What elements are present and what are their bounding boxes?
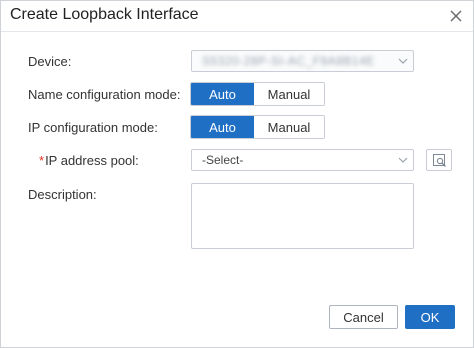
ip-mode-auto-option[interactable]: Auto	[191, 116, 254, 138]
ok-button[interactable]: OK	[405, 305, 455, 329]
device-select[interactable]: S5320-28P-SI-AC_F9A8B14E	[191, 50, 414, 72]
ip-pool-value: -Select-	[202, 153, 244, 167]
name-mode-label: Name configuration mode:	[28, 87, 181, 102]
description-label: Description:	[28, 187, 97, 202]
ip-mode-label: IP configuration mode:	[28, 120, 158, 135]
ip-mode-manual-option[interactable]: Manual	[254, 116, 324, 138]
search-list-icon	[433, 154, 446, 167]
ip-pool-label-text: IP address pool:	[45, 153, 139, 168]
ip-pool-search-button[interactable]	[426, 149, 452, 171]
device-label: Device:	[28, 54, 72, 69]
required-marker: *	[39, 153, 45, 168]
name-mode-auto-option[interactable]: Auto	[191, 83, 254, 105]
create-loopback-dialog: Create Loopback Interface Device: S5320-…	[0, 0, 474, 348]
chevron-down-icon	[398, 58, 408, 64]
device-value: S5320-28P-SI-AC_F9A8B14E	[202, 54, 375, 68]
dialog-titlebar: Create Loopback Interface	[1, 1, 473, 32]
description-textarea[interactable]	[191, 183, 414, 249]
ip-mode-toggle: Auto Manual	[190, 115, 325, 139]
ip-pool-label: *IP address pool:	[39, 153, 139, 168]
ip-pool-select[interactable]: -Select-	[191, 149, 414, 171]
name-mode-manual-option[interactable]: Manual	[254, 83, 324, 105]
dialog-title: Create Loopback Interface	[10, 6, 199, 23]
cancel-button[interactable]: Cancel	[329, 305, 398, 329]
chevron-down-icon	[398, 157, 408, 163]
name-mode-toggle: Auto Manual	[190, 82, 325, 106]
close-icon[interactable]	[449, 9, 463, 23]
